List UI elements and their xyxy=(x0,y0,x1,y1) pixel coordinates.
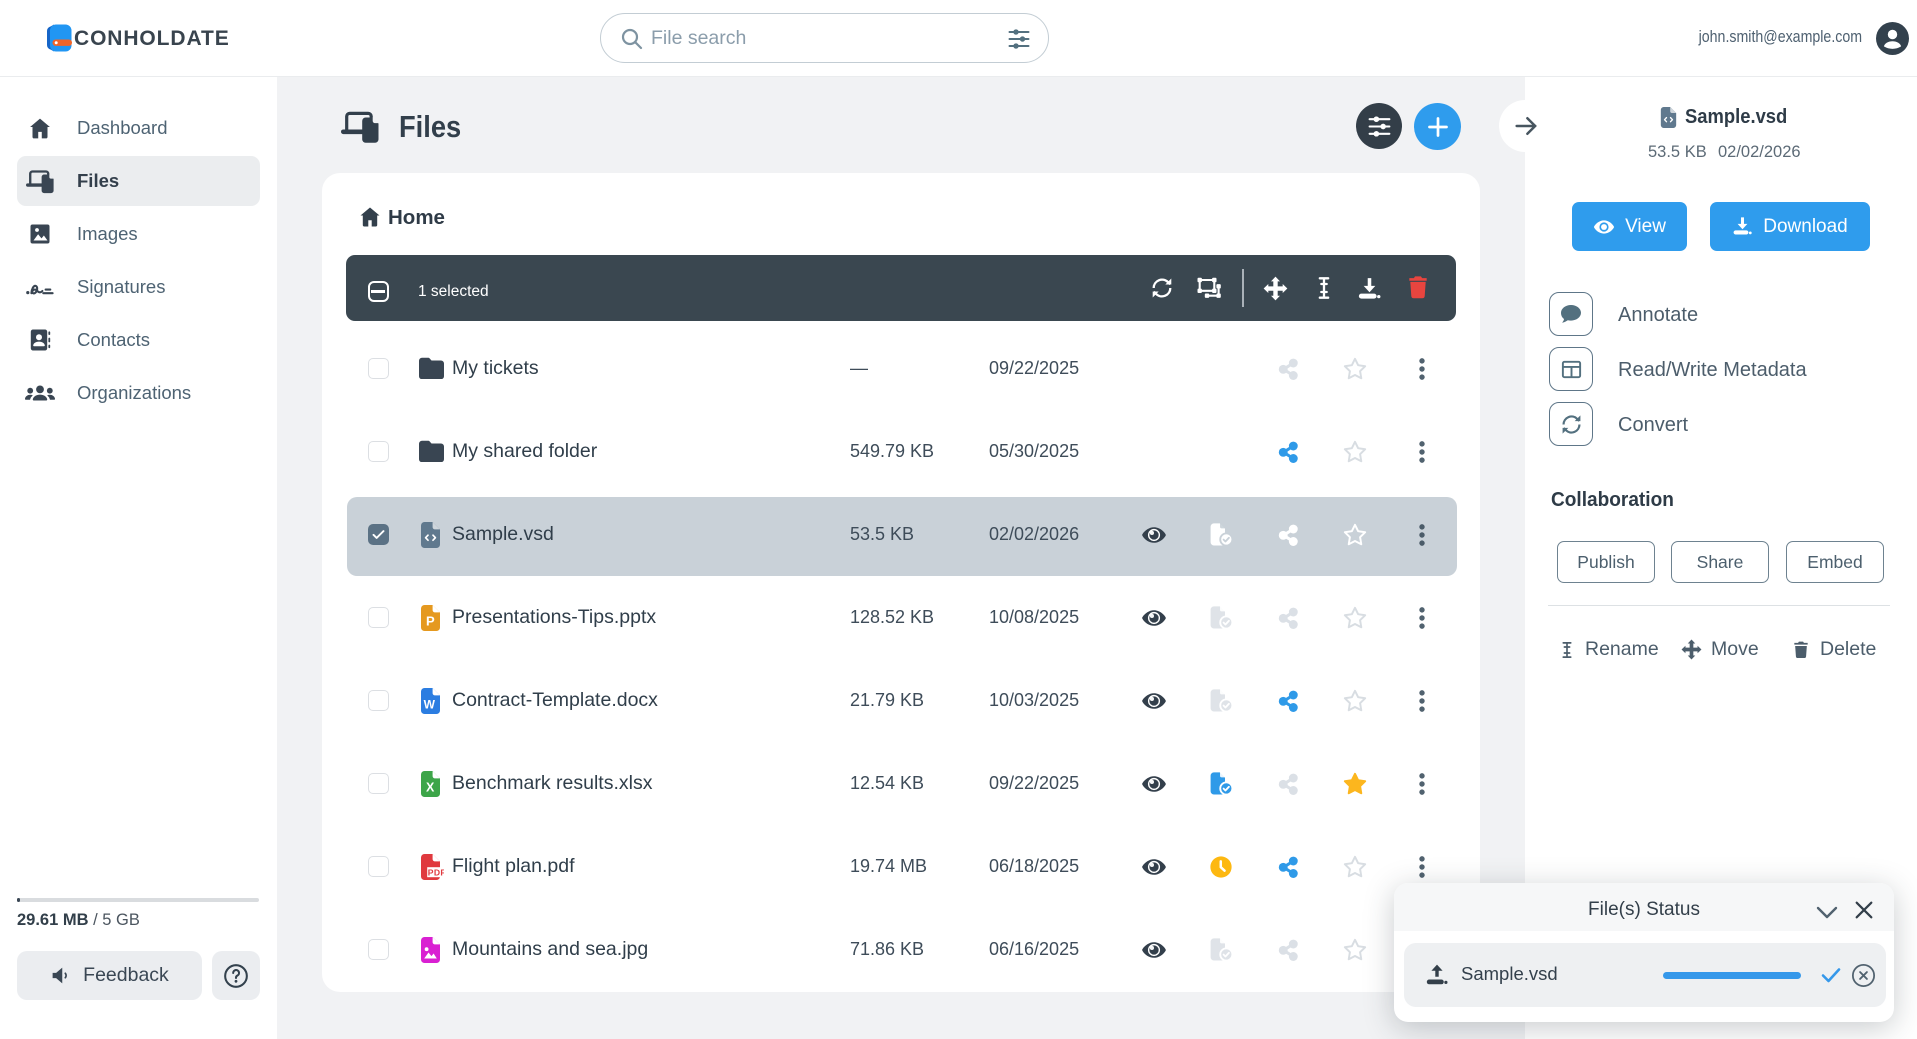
svg-text:P: P xyxy=(426,614,435,629)
svg-text:PDF: PDF xyxy=(428,868,444,878)
svg-text:X: X xyxy=(426,781,435,795)
svg-text:W: W xyxy=(424,698,436,712)
